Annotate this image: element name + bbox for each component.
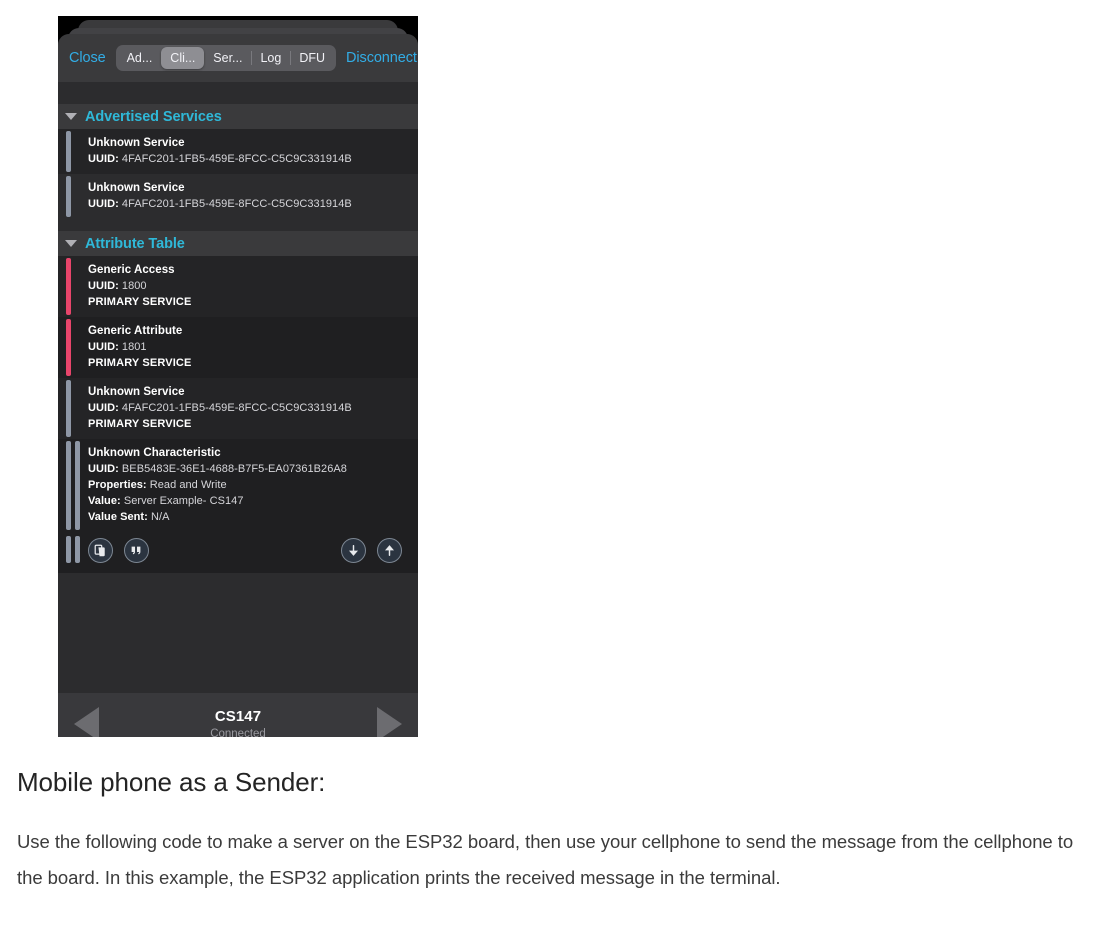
uuid-label: UUID: xyxy=(88,280,119,292)
row-uuid: UUID: 4FAFC201-1FB5-459E-8FCC-C5C9C33191… xyxy=(88,196,410,212)
article-body: Mobile phone as a Sender: Use the follow… xyxy=(17,766,1095,895)
row-caption: PRIMARY SERVICE xyxy=(88,418,192,430)
body-paragraph: Use the following code to make a server … xyxy=(17,831,1074,888)
uuid-value: 1800 xyxy=(121,280,147,292)
row-title: Unknown Service xyxy=(88,182,185,194)
table-row[interactable]: Unknown Service UUID: 4FAFC201-1FB5-459E… xyxy=(58,174,418,219)
row-uuid: UUID: 4FAFC201-1FB5-459E-8FCC-C5C9C33191… xyxy=(88,151,410,167)
arrow-up-icon xyxy=(383,544,396,557)
close-button[interactable]: Close xyxy=(69,50,106,66)
tab-client[interactable]: Cli... xyxy=(161,47,205,69)
write-button[interactable] xyxy=(377,538,402,563)
device-navigation-bar: CS147 Connected xyxy=(58,693,418,737)
row-title: Generic Access xyxy=(88,264,175,276)
uuid-value: 4FAFC201-1FB5-459E-8FCC-C5C9C331914B xyxy=(121,153,352,165)
row-accent-bar-outer xyxy=(66,441,71,530)
characteristic-action-row xyxy=(58,532,418,573)
row-uuid: UUID: 1800 xyxy=(88,278,410,294)
value-sent-value: N/A xyxy=(150,511,170,523)
tab-segmented-control[interactable]: Ad... Cli... Ser... Log DFU xyxy=(115,45,337,71)
tab-log[interactable]: Log xyxy=(251,47,290,69)
row-title: Unknown Service xyxy=(88,386,185,398)
section-header-advertised-services[interactable]: Advertised Services xyxy=(58,104,418,129)
tab-advertisement[interactable]: Ad... xyxy=(118,47,162,69)
table-row[interactable]: Unknown Service UUID: 4FAFC201-1FB5-459E… xyxy=(58,378,418,439)
tab-dfu[interactable]: DFU xyxy=(290,47,334,69)
copy-icon xyxy=(94,544,107,557)
section-heading: Mobile phone as a Sender: xyxy=(17,767,326,797)
section-spacer xyxy=(58,219,418,231)
value-value: Server Example- CS147 xyxy=(123,495,244,507)
row-title: Unknown Service xyxy=(88,137,185,149)
properties-label: Properties: xyxy=(88,479,147,491)
value-sent-label: Value Sent: xyxy=(88,511,148,523)
phone-screenshot: Close Ad... Cli... Ser... Log DFU Discon… xyxy=(58,16,418,737)
uuid-value: 4FAFC201-1FB5-459E-8FCC-C5C9C331914B xyxy=(121,402,352,414)
row-accent-bar xyxy=(66,258,71,315)
row-accent-bar-inner xyxy=(75,536,80,563)
table-row[interactable]: Unknown Service UUID: 4FAFC201-1FB5-459E… xyxy=(58,129,418,174)
quote-icon xyxy=(130,544,143,557)
characteristic-title: Unknown Characteristic xyxy=(88,447,221,459)
table-row[interactable]: Generic Attribute UUID: 1801 PRIMARY SER… xyxy=(58,317,418,378)
list-top-spacer xyxy=(58,82,418,104)
row-accent-bar xyxy=(66,176,71,217)
row-accent-bar-inner xyxy=(75,441,80,530)
row-uuid: UUID: 1801 xyxy=(88,339,410,355)
uuid-value: 4FAFC201-1FB5-459E-8FCC-C5C9C331914B xyxy=(121,198,352,210)
chevron-down-icon xyxy=(65,113,77,120)
section-title: Advertised Services xyxy=(85,108,222,125)
uuid-label: UUID: xyxy=(88,198,119,210)
uuid-label: UUID: xyxy=(88,341,119,353)
row-accent-bar xyxy=(66,319,71,376)
connected-device-info: CS147 Connected xyxy=(210,707,266,738)
row-caption: PRIMARY SERVICE xyxy=(88,357,192,369)
uuid-label: UUID: xyxy=(88,463,119,475)
modal-sheet: Close Ad... Cli... Ser... Log DFU Discon… xyxy=(58,34,418,737)
next-device-button[interactable] xyxy=(377,707,402,737)
table-row[interactable]: Generic Access UUID: 1800 PRIMARY SERVIC… xyxy=(58,256,418,317)
characteristic-value-sent: Value Sent: N/A xyxy=(88,509,410,525)
section-title: Attribute Table xyxy=(85,235,185,252)
arrow-down-icon xyxy=(347,544,360,557)
uuid-value: BEB5483E-36E1-4688-B7F5-EA07361B26A8 xyxy=(121,463,347,475)
navbar: Close Ad... Cli... Ser... Log DFU Discon… xyxy=(58,34,418,82)
row-caption: PRIMARY SERVICE xyxy=(88,296,192,308)
copy-button[interactable] xyxy=(88,538,113,563)
list-empty-space xyxy=(58,573,418,693)
characteristic-uuid: UUID: BEB5483E-36E1-4688-B7F5-EA07361B26… xyxy=(88,461,410,477)
chevron-down-icon xyxy=(65,240,77,247)
row-accent-bar xyxy=(66,131,71,172)
uuid-label: UUID: xyxy=(88,153,119,165)
characteristic-value: Value: Server Example- CS147 xyxy=(88,493,410,509)
row-title: Generic Attribute xyxy=(88,325,183,337)
characteristic-row[interactable]: Unknown Characteristic UUID: BEB5483E-36… xyxy=(58,439,418,532)
connection-status: Connected xyxy=(210,727,266,738)
row-accent-bar xyxy=(66,380,71,437)
properties-value: Read and Write xyxy=(149,479,227,491)
value-label: Value: xyxy=(88,495,121,507)
previous-device-button[interactable] xyxy=(74,707,99,737)
characteristic-properties: Properties: Read and Write xyxy=(88,477,410,493)
device-name: CS147 xyxy=(214,707,262,725)
attribute-list: Advertised Services Unknown Service UUID… xyxy=(58,82,418,693)
section-header-attribute-table[interactable]: Attribute Table xyxy=(58,231,418,256)
row-accent-bar-outer xyxy=(66,536,71,563)
read-button[interactable] xyxy=(341,538,366,563)
uuid-value: 1801 xyxy=(121,341,147,353)
uuid-label: UUID: xyxy=(88,402,119,414)
disconnect-button[interactable]: Disconnect xyxy=(346,50,417,66)
quote-button[interactable] xyxy=(124,538,149,563)
tab-server[interactable]: Ser... xyxy=(204,47,251,69)
row-uuid: UUID: 4FAFC201-1FB5-459E-8FCC-C5C9C33191… xyxy=(88,400,410,416)
